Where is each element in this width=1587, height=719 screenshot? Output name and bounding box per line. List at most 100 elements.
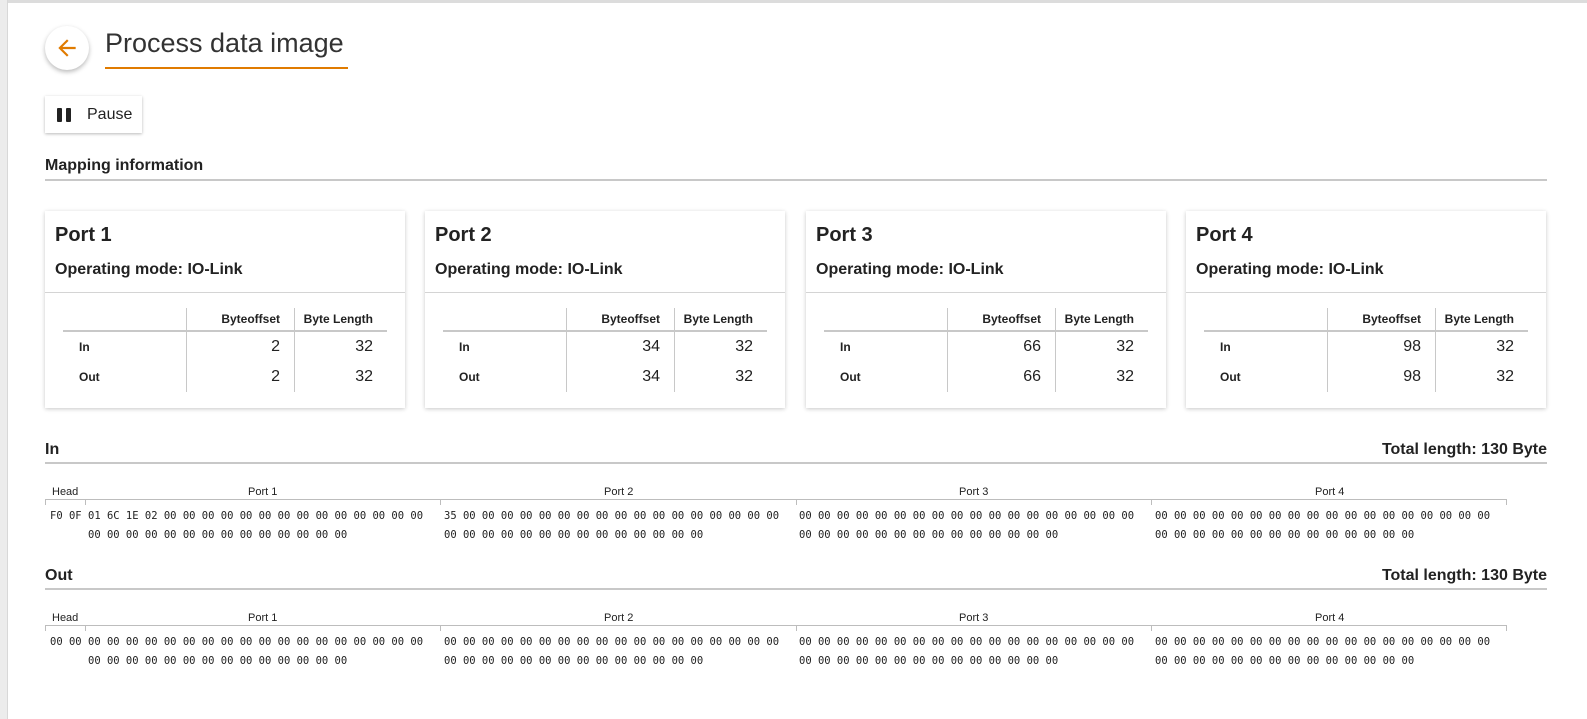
bytelength-header: Byte Length [1055,308,1148,332]
bytelength-header: Byte Length [1435,308,1528,332]
mapping-table: Byteoffset Byte Length In 34 32 Out 34 32 [443,308,767,392]
out-head-bytes: 00 00 [50,636,82,648]
byteoffset-value: 66 [947,362,1056,392]
out-port2-line2: 00 00 00 00 00 00 00 00 00 00 00 00 00 0… [444,655,704,667]
top-border [0,0,1587,3]
in-port3-label: Port 3 [959,486,989,498]
bytelength-header: Byte Length [294,308,387,332]
mapping-table: Byteoffset Byte Length In 98 32 Out 98 32 [1204,308,1528,392]
out-port1-label: Port 1 [248,612,278,624]
in-port1-label: Port 1 [248,486,278,498]
in-port3-line1: 00 00 00 00 00 00 00 00 00 00 00 00 00 0… [799,510,1135,522]
in-total-length: Total length: 130 Byte [1381,441,1547,458]
byteoffset-value: 2 [186,362,295,392]
byteoffset-header: Byteoffset [947,308,1056,332]
in-port2-line1: 35 00 00 00 00 00 00 00 00 00 00 00 00 0… [444,510,780,522]
operating-mode: Operating mode: IO-Link [1196,261,1384,278]
table-row: Out 66 32 [824,362,1148,392]
table-row: In 34 32 [443,331,767,362]
bytelength-value: 32 [1435,362,1528,392]
operating-mode: Operating mode: IO-Link [435,261,623,278]
row-label: In [1220,340,1231,354]
out-port3-line1: 00 00 00 00 00 00 00 00 00 00 00 00 00 0… [799,636,1135,648]
title-underline [105,67,348,69]
in-segment-labels: Head Port 1 Port 2 Port 3 Port 4 [45,486,1507,500]
out-port1-line2: 00 00 00 00 00 00 00 00 00 00 00 00 00 0… [88,655,348,667]
out-port4-line2: 00 00 00 00 00 00 00 00 00 00 00 00 00 0… [1155,655,1415,667]
mapping-heading: Mapping information [45,157,204,174]
card-divider [45,292,405,293]
bytelength-value: 32 [674,331,767,362]
port-card-3: Port 3 Operating mode: IO-Link Byteoffset B… [806,211,1166,408]
pause-icon [57,107,71,122]
out-rule [45,588,1547,590]
byteoffset-value: 98 [1327,331,1436,362]
pause-button[interactable]: Pause [45,96,142,133]
port-card-title: Port 2 [435,224,492,246]
bytelength-value: 32 [1055,362,1148,392]
in-ruler [45,499,1507,505]
port-card-title: Port 1 [55,224,112,246]
in-head-label: Head [52,486,79,498]
bytelength-header: Byte Length [674,308,767,332]
card-divider [1186,292,1546,293]
row-label: Out [459,370,480,384]
in-port2-line2: 00 00 00 00 00 00 00 00 00 00 00 00 00 0… [444,529,704,541]
byteoffset-value: 34 [566,362,675,392]
mapping-header-row: Byteoffset Byte Length [824,308,1148,332]
card-divider [425,292,785,293]
arrow-left-icon [58,39,76,57]
mapping-header-row: Byteoffset Byte Length [1204,308,1528,332]
byteoffset-header: Byteoffset [186,308,295,332]
in-heading: In [45,441,60,458]
empty-header [63,308,187,332]
row-label: Out [840,370,861,384]
in-port4-line2: 00 00 00 00 00 00 00 00 00 00 00 00 00 0… [1155,529,1415,541]
card-divider [806,292,1166,293]
bytelength-value: 32 [1055,331,1148,362]
empty-header [824,308,948,332]
bytelength-value: 32 [674,362,767,392]
mapping-table: Byteoffset Byte Length In 66 32 Out 66 32 [824,308,1148,392]
in-rule [45,462,1547,464]
left-border [0,0,8,719]
port-card-2: Port 2 Operating mode: IO-Link Byteoffset B… [425,211,785,408]
in-port2-label: Port 2 [604,486,634,498]
row-label: Out [1220,370,1241,384]
table-row: In 98 32 [1204,331,1528,362]
in-head-bytes: F0 0F [50,510,82,522]
in-port4-line1: 00 00 00 00 00 00 00 00 00 00 00 00 00 0… [1155,510,1491,522]
port-card-1: Port 1 Operating mode: IO-Link Byteoffset B… [45,211,405,408]
table-row: In 2 32 [63,331,387,362]
pause-label: Pause [87,105,133,123]
out-port3-line2: 00 00 00 00 00 00 00 00 00 00 00 00 00 0… [799,655,1059,667]
out-port4-line1: 00 00 00 00 00 00 00 00 00 00 00 00 00 0… [1155,636,1491,648]
back-button[interactable] [45,26,89,70]
out-port3-label: Port 3 [959,612,989,624]
byteoffset-header: Byteoffset [566,308,675,332]
operating-mode: Operating mode: IO-Link [816,261,1004,278]
byteoffset-value: 34 [566,331,675,362]
port-card-title: Port 4 [1196,224,1253,246]
byteoffset-value: 98 [1327,362,1436,392]
row-label: In [840,340,851,354]
empty-header [1204,308,1328,332]
in-port4-label: Port 4 [1315,486,1345,498]
out-heading: Out [45,567,73,584]
out-total-length: Total length: 130 Byte [1381,567,1547,584]
out-ruler [45,625,1507,631]
out-head-label: Head [52,612,79,624]
empty-header [443,308,567,332]
byteoffset-value: 66 [947,331,1056,362]
mapping-table: Byteoffset Byte Length In 2 32 Out 2 32 [63,308,387,392]
out-port4-label: Port 4 [1315,612,1345,624]
byteoffset-value: 2 [186,331,295,362]
port-card-4: Port 4 Operating mode: IO-Link Byteoffset B… [1186,211,1546,408]
in-port1-line1: 01 6C 1E 02 00 00 00 00 00 00 00 00 00 0… [88,510,424,522]
mapping-header-row: Byteoffset Byte Length [63,308,387,332]
mapping-header-row: Byteoffset Byte Length [443,308,767,332]
row-label: Out [79,370,100,384]
out-segment-labels: Head Port 1 Port 2 Port 3 Port 4 [45,612,1507,626]
page-title: Process data image [105,28,344,58]
byteoffset-header: Byteoffset [1327,308,1436,332]
